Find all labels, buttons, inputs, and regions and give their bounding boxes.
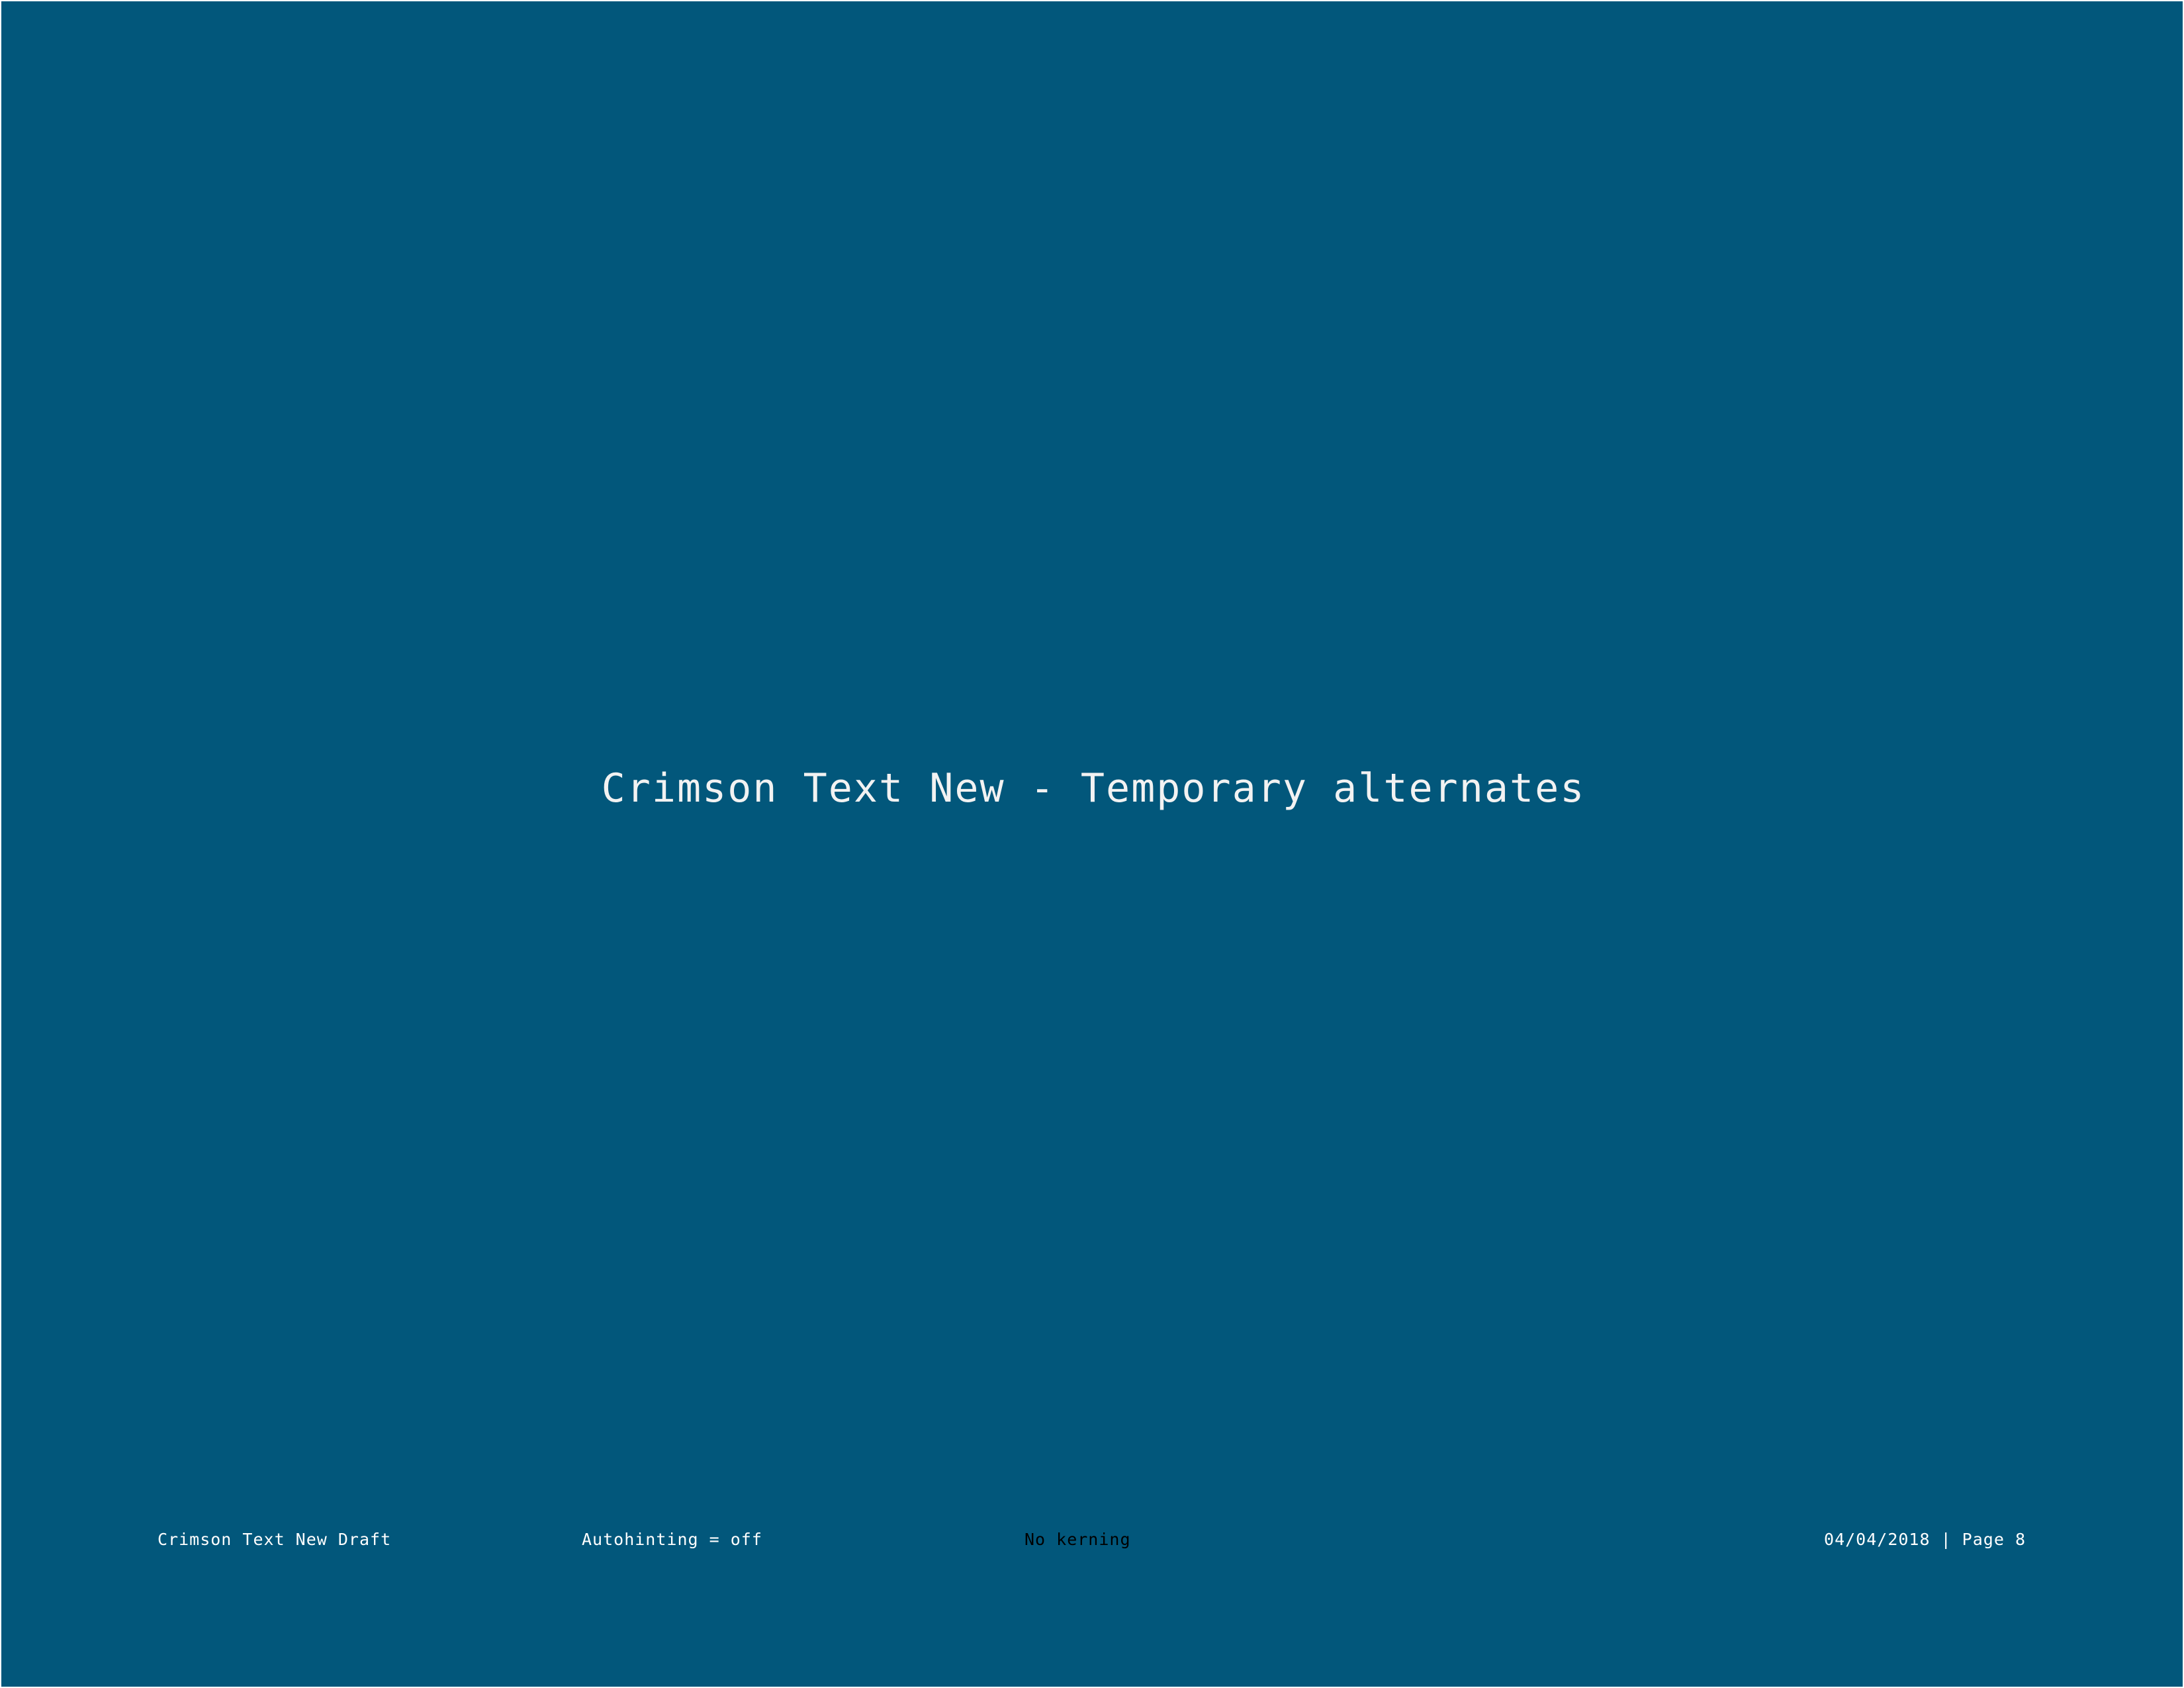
footer-date-page: 04/04/2018 | Page 8 [1824,1530,2026,1549]
footer-autohinting-status: Autohinting = off [582,1530,762,1549]
footer-kerning-status: No kerning [1024,1530,1131,1549]
slide-title: Crimson Text New - Temporary alternates [601,765,1586,812]
footer-document-name: Crimson Text New Draft [158,1530,392,1549]
slide-page: Crimson Text New - Temporary alternates … [0,0,2184,1688]
